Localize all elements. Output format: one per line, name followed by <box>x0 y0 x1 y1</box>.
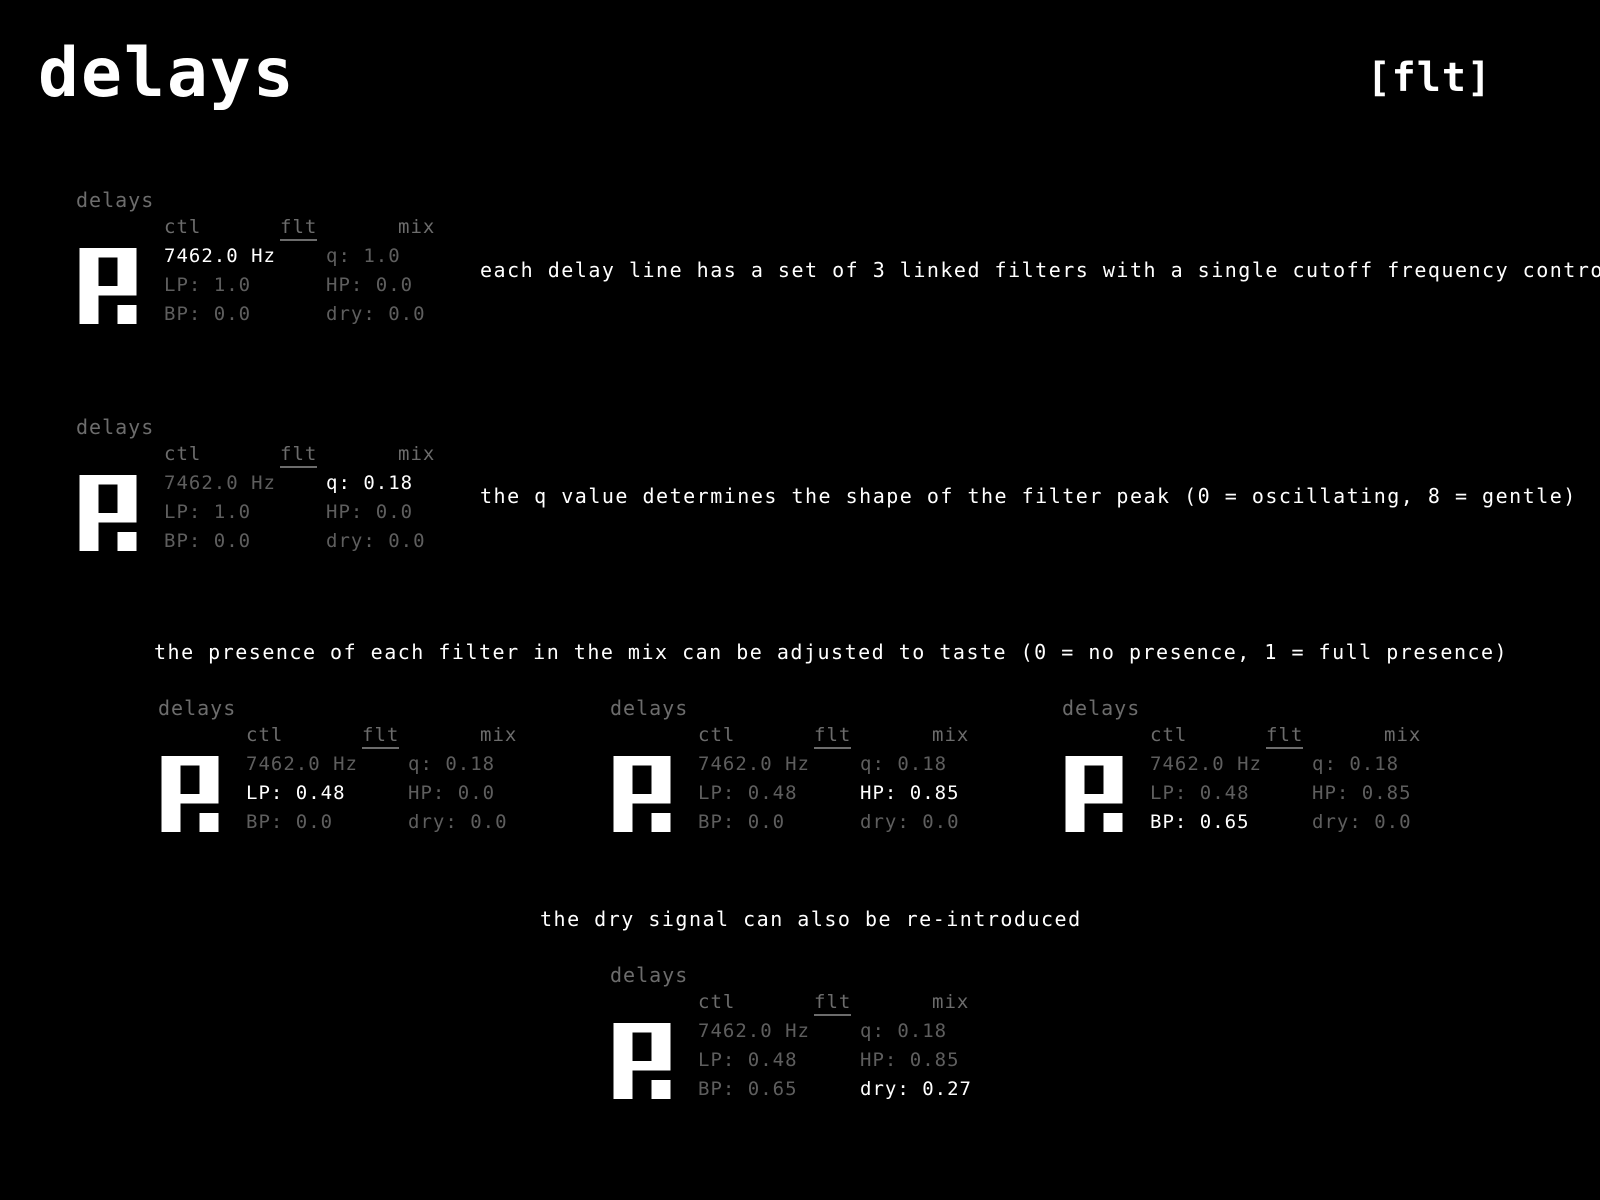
q-param[interactable]: q: 0.18 <box>860 1020 947 1042</box>
tab-mix[interactable]: mix <box>932 724 969 746</box>
delays-module[interactable]: delays ctl flt mix 7462.0 Hz q: 0.18 LP: 0.48 H… <box>158 696 528 846</box>
q-param[interactable]: q: 0.18 <box>408 753 495 775</box>
cutoff-frequency-param[interactable]: 7462.0 Hz <box>246 753 358 775</box>
cutoff-frequency-param[interactable]: 7462.0 Hz <box>1150 753 1262 775</box>
highpass-param[interactable]: HP: 0.85 <box>860 1049 960 1071</box>
bandpass-param[interactable]: BP: 0.0 <box>164 530 251 552</box>
filter-letter-icon <box>161 756 219 832</box>
filter-letter-icon <box>79 475 137 551</box>
tab-flt[interactable]: flt <box>1266 724 1304 749</box>
module-title: delays <box>610 963 689 987</box>
highpass-param[interactable]: HP: 0.85 <box>1312 782 1412 804</box>
lowpass-param[interactable]: LP: 1.0 <box>164 274 251 296</box>
lowpass-param[interactable]: LP: 0.48 <box>1150 782 1250 804</box>
tab-ctl[interactable]: ctl <box>1150 724 1187 746</box>
tab-ctl[interactable]: ctl <box>698 991 735 1013</box>
page-title: delays <box>38 34 296 113</box>
delays-module[interactable]: delays ctl flt mix 7462.0 Hz q: 0.18 LP: 1.0 HP… <box>76 415 446 565</box>
delays-module[interactable]: delays ctl flt mix 7462.0 Hz q: 0.18 LP: 0.48 H… <box>610 696 980 846</box>
dry-param[interactable]: dry: 0.0 <box>326 303 426 325</box>
q-param[interactable]: q: 0.18 <box>1312 753 1399 775</box>
tab-flt[interactable]: flt <box>280 443 318 468</box>
bandpass-param[interactable]: BP: 0.65 <box>698 1078 798 1100</box>
dry-param[interactable]: dry: 0.27 <box>860 1078 972 1100</box>
caption-mix: the presence of each filter in the mix c… <box>154 640 1509 664</box>
lowpass-param[interactable]: LP: 1.0 <box>164 501 251 523</box>
q-param[interactable]: q: 1.0 <box>326 245 401 267</box>
delays-module[interactable]: delays ctl flt mix 7462.0 Hz q: 1.0 LP: 1.0 HP:… <box>76 188 446 338</box>
tab-mix[interactable]: mix <box>480 724 517 746</box>
delays-module[interactable]: delays ctl flt mix 7462.0 Hz q: 0.18 LP: 0.48 H… <box>1062 696 1432 846</box>
highpass-param[interactable]: HP: 0.0 <box>326 274 413 296</box>
tab-ctl[interactable]: ctl <box>698 724 735 746</box>
tab-mix[interactable]: mix <box>1384 724 1421 746</box>
filter-letter-icon <box>79 248 137 324</box>
module-title: delays <box>158 696 237 720</box>
tab-flt[interactable]: flt <box>814 724 852 749</box>
tab-flt[interactable]: flt <box>814 991 852 1016</box>
filter-letter-icon <box>1065 756 1123 832</box>
bandpass-param[interactable]: BP: 0.0 <box>164 303 251 325</box>
tab-mix[interactable]: mix <box>398 216 435 238</box>
dry-param[interactable]: dry: 0.0 <box>1312 811 1412 833</box>
tab-ctl[interactable]: ctl <box>164 216 201 238</box>
bandpass-param[interactable]: BP: 0.0 <box>246 811 333 833</box>
module-title: delays <box>1062 696 1141 720</box>
caption-cutoff: each delay line has a set of 3 linked fi… <box>480 258 1600 282</box>
q-param[interactable]: q: 0.18 <box>326 472 413 494</box>
dry-param[interactable]: dry: 0.0 <box>408 811 508 833</box>
lowpass-param[interactable]: LP: 0.48 <box>698 782 798 804</box>
caption-q: the q value determines the shape of the … <box>480 484 1577 508</box>
bandpass-param[interactable]: BP: 0.0 <box>698 811 785 833</box>
q-param[interactable]: q: 0.18 <box>860 753 947 775</box>
filter-letter-icon <box>613 1023 671 1099</box>
dry-param[interactable]: dry: 0.0 <box>326 530 426 552</box>
cutoff-frequency-param[interactable]: 7462.0 Hz <box>164 472 276 494</box>
cutoff-frequency-param[interactable]: 7462.0 Hz <box>698 1020 810 1042</box>
filter-letter-icon <box>613 756 671 832</box>
tab-flt[interactable]: flt <box>362 724 400 749</box>
tab-ctl[interactable]: ctl <box>246 724 283 746</box>
bandpass-param[interactable]: BP: 0.65 <box>1150 811 1250 833</box>
tab-flt[interactable]: flt <box>280 216 318 241</box>
tab-mix[interactable]: mix <box>398 443 435 465</box>
tab-mix[interactable]: mix <box>932 991 969 1013</box>
cutoff-frequency-param[interactable]: 7462.0 Hz <box>164 245 276 267</box>
module-title: delays <box>76 188 155 212</box>
highpass-param[interactable]: HP: 0.85 <box>860 782 960 804</box>
cutoff-frequency-param[interactable]: 7462.0 Hz <box>698 753 810 775</box>
dry-param[interactable]: dry: 0.0 <box>860 811 960 833</box>
page-tag: [flt] <box>1366 55 1492 101</box>
lowpass-param[interactable]: LP: 0.48 <box>246 782 346 804</box>
caption-dry: the dry signal can also be re-introduced <box>540 907 1082 931</box>
highpass-param[interactable]: HP: 0.0 <box>408 782 495 804</box>
delays-module[interactable]: delays ctl flt mix 7462.0 Hz q: 0.18 LP: 0.48 H… <box>610 963 980 1113</box>
module-title: delays <box>610 696 689 720</box>
tab-ctl[interactable]: ctl <box>164 443 201 465</box>
module-title: delays <box>76 415 155 439</box>
lowpass-param[interactable]: LP: 0.48 <box>698 1049 798 1071</box>
highpass-param[interactable]: HP: 0.0 <box>326 501 413 523</box>
